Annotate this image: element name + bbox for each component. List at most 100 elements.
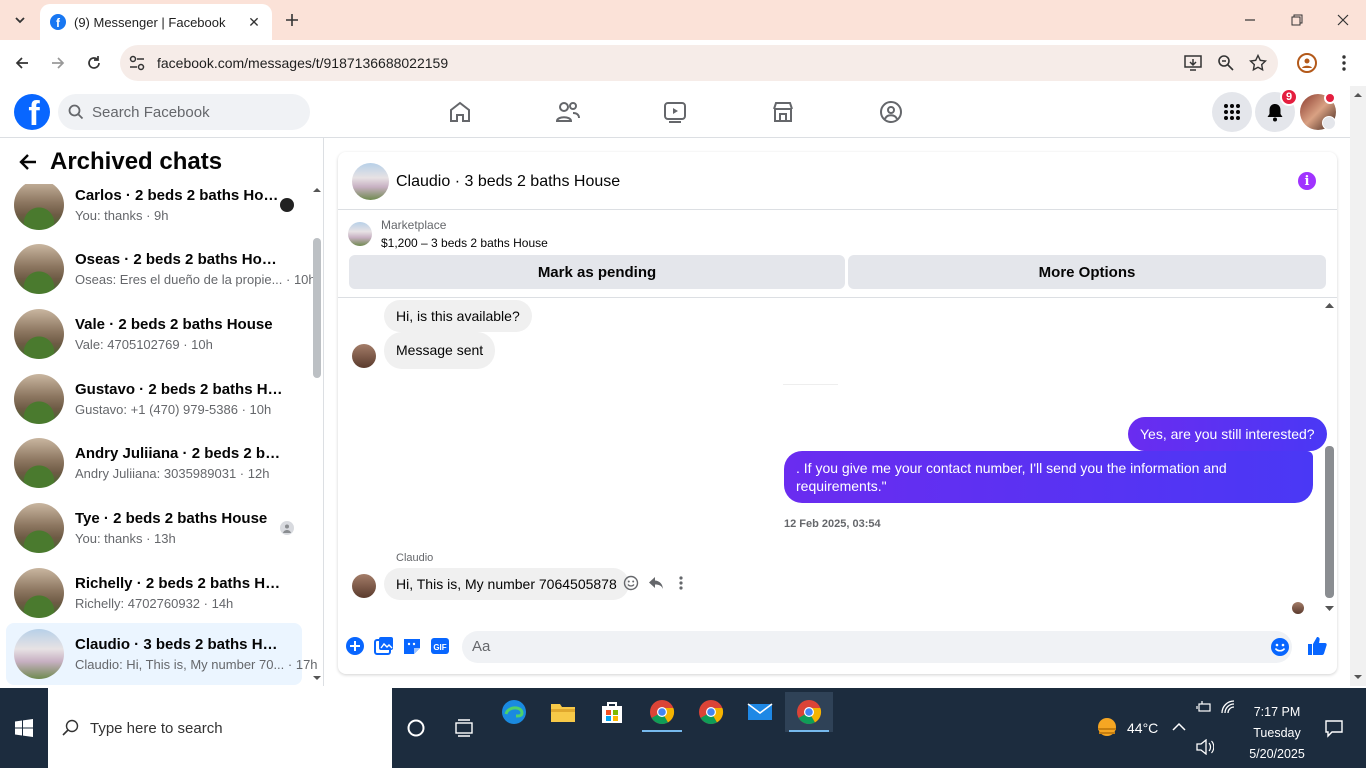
- zoom-icon[interactable]: [1217, 54, 1235, 72]
- taskbar-edge[interactable]: [490, 692, 538, 732]
- chat-item-active[interactable]: Claudio · 3 beds 2 baths House Claudio: …: [6, 623, 318, 685]
- chat-item[interactable]: Andry Juliiana · 2 beds 2 baths ... Andr…: [6, 432, 302, 494]
- taskbar-search-input[interactable]: [90, 719, 370, 737]
- notification-center-icon[interactable]: [1324, 718, 1344, 738]
- account-dot-badge: [1324, 92, 1336, 104]
- seen-avatar: [1292, 602, 1304, 614]
- weather-temperature[interactable]: 44°C: [1127, 720, 1158, 736]
- menu-button[interactable]: [1212, 92, 1252, 132]
- taskbar-file-explorer[interactable]: [539, 692, 587, 732]
- facebook-favicon-icon: f: [50, 14, 66, 30]
- browser-tab[interactable]: f (9) Messenger | Facebook ✕: [40, 4, 272, 40]
- back-arrow-icon[interactable]: [18, 152, 38, 172]
- sender-avatar: [352, 574, 376, 598]
- incoming-message[interactable]: Hi, is this available?: [384, 300, 532, 332]
- more-actions-icon[interactable]: [677, 575, 685, 591]
- incoming-message[interactable]: Hi, This is, My number 7064505878: [384, 568, 629, 600]
- message-input-field[interactable]: [462, 631, 1292, 663]
- conversation-scrollbar[interactable]: [1322, 298, 1337, 618]
- clock-time: 7:17 PM: [1253, 705, 1301, 719]
- chat-item[interactable]: Tye · 2 beds 2 baths House You: thanks ·…: [6, 497, 302, 559]
- conversation-avatar[interactable]: [352, 163, 389, 200]
- archived-chats-panel: Archived chats Carlos · 2 beds 2 baths H…: [0, 138, 324, 686]
- back-button[interactable]: [11, 52, 33, 74]
- reload-button[interactable]: [83, 52, 105, 74]
- url-text[interactable]: facebook.com/messages/t/9187136688022159: [157, 55, 448, 71]
- account-avatar[interactable]: [1300, 92, 1336, 130]
- outgoing-message[interactable]: Yes, are you still interested?: [1128, 417, 1327, 451]
- tab-search-button[interactable]: [8, 8, 32, 32]
- search-icon: [62, 719, 79, 736]
- scrollbar-thumb[interactable]: [1325, 446, 1334, 598]
- emoji-icon[interactable]: [1270, 637, 1290, 657]
- scroll-down-icon: [1325, 606, 1334, 611]
- tab-title: (9) Messenger | Facebook: [74, 14, 226, 30]
- chat-avatar: [14, 629, 64, 679]
- nav-watch[interactable]: [661, 98, 689, 126]
- facebook-search[interactable]: [58, 94, 310, 130]
- system-clock[interactable]: 7:17 PM Tuesday 5/20/2025: [1240, 702, 1314, 765]
- more-options-button[interactable]: More Options: [848, 255, 1326, 289]
- taskbar-chrome-profile[interactable]: [638, 692, 686, 732]
- chevron-up-icon[interactable]: [1172, 722, 1186, 732]
- chat-item[interactable]: Oseas · 2 beds 2 baths House Oseas: Eres…: [6, 238, 316, 300]
- scroll-up-icon: [313, 188, 321, 192]
- chat-name: Andry Juliiana · 2 beds 2 baths ...: [75, 445, 285, 462]
- forward-button[interactable]: [47, 52, 69, 74]
- taskbar-search[interactable]: [48, 688, 392, 768]
- facebook-logo-icon[interactable]: f: [14, 94, 50, 130]
- nav-home[interactable]: [446, 98, 474, 126]
- nav-gaming[interactable]: [877, 98, 905, 126]
- reply-icon[interactable]: [648, 575, 664, 591]
- chat-item[interactable]: Vale · 2 beds 2 baths House Vale: 470510…: [6, 303, 302, 365]
- nav-marketplace[interactable]: [769, 98, 797, 126]
- browser-menu-button[interactable]: [1336, 53, 1352, 73]
- info-icon[interactable]: i: [1298, 172, 1316, 190]
- taskbar-store[interactable]: [588, 692, 636, 732]
- install-app-icon[interactable]: [1184, 54, 1202, 72]
- chat-last-message: Richelly: 4702760932 · 14h: [75, 596, 234, 611]
- facebook-search-input[interactable]: [92, 103, 292, 121]
- gif-icon[interactable]: GIF: [430, 636, 450, 656]
- active-indicator: [789, 730, 829, 732]
- battery-icon[interactable]: [1196, 700, 1212, 714]
- nav-friends[interactable]: [554, 98, 582, 126]
- listing-title[interactable]: $1,200 – 3 beds 2 baths House: [381, 236, 548, 250]
- react-emoji-icon[interactable]: [623, 575, 639, 591]
- restore-button[interactable]: [1285, 8, 1309, 32]
- message-composer: GIF: [338, 622, 1337, 674]
- taskbar-mail[interactable]: [736, 692, 784, 732]
- address-bar[interactable]: facebook.com/messages/t/9187136688022159: [120, 45, 1278, 81]
- close-tab-icon[interactable]: ✕: [246, 14, 262, 31]
- photo-icon[interactable]: [374, 636, 394, 656]
- plus-circle-icon[interactable]: [345, 636, 365, 656]
- task-view-button[interactable]: [440, 708, 488, 748]
- listing-thumbnail[interactable]: [348, 222, 372, 246]
- taskbar-chrome[interactable]: [687, 692, 735, 732]
- bookmark-star-icon[interactable]: [1249, 54, 1267, 72]
- wifi-icon[interactable]: [1220, 699, 1236, 715]
- message-input[interactable]: [472, 638, 1232, 655]
- incoming-message[interactable]: Message sent: [384, 332, 496, 369]
- outgoing-message[interactable]: . If you give me your contact number, I'…: [784, 451, 1313, 503]
- profile-icon[interactable]: [1297, 53, 1317, 73]
- conversation-title[interactable]: Claudio · 3 beds 2 baths House: [396, 173, 620, 191]
- taskbar-chrome-active[interactable]: [785, 692, 833, 732]
- minimize-button[interactable]: [1238, 8, 1262, 32]
- new-tab-button[interactable]: [282, 10, 302, 30]
- weather-sun-icon[interactable]: [1094, 716, 1120, 738]
- chat-item[interactable]: Richelly · 2 beds 2 baths House Richelly…: [6, 562, 302, 624]
- page-scrollbar[interactable]: [1350, 86, 1366, 686]
- start-button[interactable]: [0, 688, 48, 768]
- cortana-button[interactable]: [392, 708, 440, 748]
- chat-item[interactable]: Gustavo · 2 beds 2 baths House Gustavo: …: [6, 368, 302, 430]
- close-window-button[interactable]: [1331, 8, 1355, 32]
- scrollbar-thumb[interactable]: [313, 238, 321, 378]
- thumbs-up-icon[interactable]: [1306, 635, 1328, 657]
- chat-list-scrollbar[interactable]: [310, 186, 323, 686]
- mark-as-pending-button[interactable]: Mark as pending: [349, 255, 845, 289]
- sticker-icon[interactable]: [402, 636, 422, 656]
- site-settings-icon[interactable]: [128, 54, 146, 72]
- video-icon: [664, 102, 686, 123]
- volume-icon[interactable]: [1196, 739, 1214, 755]
